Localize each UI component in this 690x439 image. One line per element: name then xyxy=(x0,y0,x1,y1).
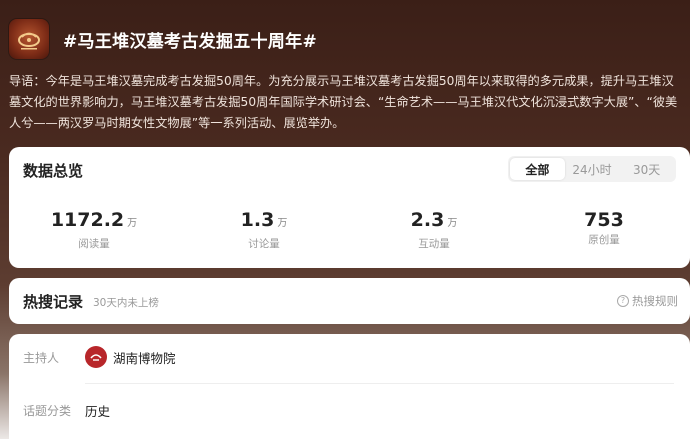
museum-logo-icon xyxy=(9,19,49,59)
tab-30d[interactable]: 30天 xyxy=(619,158,674,180)
stats-row: 1172.2 万 阅读量 1.3 万 讨论量 2.3 万 互动量 753 原创量 xyxy=(9,209,690,251)
stat-originals: 753 原创量 xyxy=(519,209,689,251)
host-row: 主持人 湖南博物院 xyxy=(23,346,176,368)
data-overview-card: 数据总览 全部 24小时 30天 1172.2 万 阅读量 1.3 万 讨论量 2.… xyxy=(9,147,690,268)
museum-avatar-icon xyxy=(90,354,102,361)
stat-label: 阅读量 xyxy=(78,238,110,250)
tab-all[interactable]: 全部 xyxy=(510,158,565,180)
topic-intro: 导语：今年是马王堆汉墓完成考古发掘50周年。为充分展示马王堆汉墓考古发掘50周年… xyxy=(9,74,678,130)
category-value: 历史 xyxy=(85,404,111,419)
stat-unit: 万 xyxy=(277,218,288,229)
category-label: 话题分类 xyxy=(23,404,72,418)
hot-search-rules-label: 热搜规则 xyxy=(632,294,678,308)
stat-value: 753 xyxy=(584,209,624,231)
category-row: 话题分类 历史 xyxy=(23,401,110,420)
topic-info-card: 主持人 湖南博物院 话题分类 历史 xyxy=(9,334,690,439)
hot-search-rules-link[interactable]: ? 热搜规则 xyxy=(617,293,678,309)
stat-discussions: 1.3 万 讨论量 xyxy=(179,209,349,251)
host-name[interactable]: 湖南博物院 xyxy=(113,348,176,367)
hot-search-heading: 热搜记录 xyxy=(23,293,84,311)
stat-unit: 万 xyxy=(447,218,458,229)
time-range-tabs: 全部 24小时 30天 xyxy=(508,156,676,182)
data-overview-heading: 数据总览 xyxy=(23,162,84,180)
stat-label: 互动量 xyxy=(418,238,450,250)
topic-header: #马王堆汉墓考古发掘五十周年# 导语：今年是马王堆汉墓完成考古发掘50周年。为充… xyxy=(0,0,690,146)
stat-label: 原创量 xyxy=(588,234,620,246)
topic-title: #马王堆汉墓考古发掘五十周年# xyxy=(63,32,317,52)
stat-value: 1172.2 xyxy=(50,209,125,231)
stat-label: 讨论量 xyxy=(248,238,280,250)
hot-search-status: 30天内未上榜 xyxy=(93,297,159,309)
tab-24h[interactable]: 24小时 xyxy=(565,158,620,180)
divider xyxy=(85,383,674,384)
host-avatar[interactable] xyxy=(85,346,107,368)
host-label: 主持人 xyxy=(23,350,60,365)
question-circle-icon: ? xyxy=(617,295,629,307)
stat-value: 2.3 xyxy=(410,209,445,231)
stat-value: 1.3 xyxy=(240,209,275,231)
hot-search-card: 热搜记录 30天内未上榜 ? 热搜规则 xyxy=(9,278,690,324)
stat-reads: 1172.2 万 阅读量 xyxy=(9,209,179,251)
stat-unit: 万 xyxy=(127,218,138,229)
stat-interactions: 2.3 万 互动量 xyxy=(349,209,519,251)
